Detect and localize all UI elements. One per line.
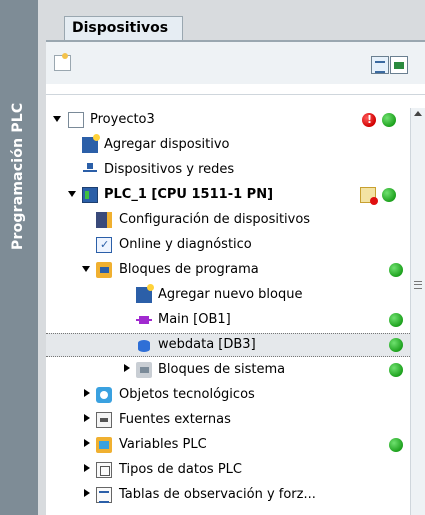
tree-item-variables-plc[interactable]: Variables PLC <box>46 433 410 457</box>
ok-status-icon <box>382 188 396 202</box>
tree-label: Tipos de datos PLC <box>119 462 242 477</box>
program-blocks-folder-icon <box>96 262 112 278</box>
tree-label: Fuentes externas <box>119 412 231 427</box>
vertical-scrollbar[interactable] <box>410 108 425 515</box>
diagnostics-icon <box>96 237 112 253</box>
tree-label: Bloques de sistema <box>158 362 286 377</box>
device-config-icon <box>96 212 112 228</box>
portal-sidebar[interactable]: Programación PLC <box>0 0 38 515</box>
tree-item-agregar-bloque[interactable]: Agregar nuevo bloque <box>46 283 410 307</box>
external-sources-icon <box>96 412 112 428</box>
scroll-grip-icon[interactable] <box>414 281 422 289</box>
tree-item-bloques-sistema[interactable]: Bloques de sistema <box>46 358 410 382</box>
expand-toggle[interactable] <box>84 414 90 422</box>
system-blocks-folder-icon <box>136 362 152 378</box>
tree-label: Configuración de dispositivos <box>119 212 311 227</box>
tech-objects-icon <box>96 387 112 403</box>
tree-label: Bloques de programa <box>119 262 259 277</box>
ok-status-icon <box>389 438 403 452</box>
new-item-icon[interactable] <box>54 53 71 71</box>
tab-dispositivos[interactable]: Dispositivos <box>64 16 183 40</box>
tree-item-main-ob1[interactable]: Main [OB1] <box>46 308 410 332</box>
expand-toggle[interactable] <box>82 266 90 272</box>
plc-icon <box>82 187 98 203</box>
tree-label: Variables PLC <box>119 437 207 452</box>
tree-label: Proyecto3 <box>90 112 155 127</box>
panel-gutter <box>38 0 46 515</box>
expand-toggle[interactable] <box>84 464 90 472</box>
ok-status-icon <box>382 113 396 127</box>
plc-data-types-icon <box>96 462 112 478</box>
tree-label: Dispositivos y redes <box>104 162 235 177</box>
add-device-icon <box>82 134 100 153</box>
tree-label: Agregar dispositivo <box>104 137 230 152</box>
tree-label: PLC_1 [CPU 1511-1 PN] <box>104 187 274 202</box>
warning-status-icon <box>360 187 378 205</box>
toolbar <box>46 42 425 84</box>
tree-item-fuentes-externas[interactable]: Fuentes externas <box>46 408 410 432</box>
network-icon <box>82 162 98 178</box>
expand-toggle[interactable] <box>68 191 76 197</box>
ok-status-icon <box>389 338 403 352</box>
toolbar-separator <box>46 94 425 95</box>
tree-item-online-diagnostico[interactable]: Online y diagnóstico <box>46 233 410 257</box>
expand-toggle[interactable] <box>84 439 90 447</box>
expand-toggle[interactable] <box>84 389 90 397</box>
tree-item-tablas-observacion[interactable]: Tablas de observación y forz... <box>46 483 410 507</box>
tree-label: Online y diagnóstico <box>119 237 252 252</box>
expand-toggle[interactable] <box>124 364 130 372</box>
tree-item-configuracion[interactable]: Configuración de dispositivos <box>46 208 410 232</box>
db-block-icon <box>136 338 152 354</box>
tree-item-dispositivos-y-redes[interactable]: Dispositivos y redes <box>46 158 410 182</box>
ok-status-icon <box>389 263 403 277</box>
tree-item-agregar-dispositivo[interactable]: Agregar dispositivo <box>46 133 410 157</box>
tree-item-webdata-db3[interactable]: webdata [DB3] <box>46 333 410 357</box>
tree-item-plc-1[interactable]: PLC_1 [CPU 1511-1 PN] <box>46 183 410 207</box>
tree-label: Agregar nuevo bloque <box>158 287 303 302</box>
error-status-icon <box>362 113 376 127</box>
ok-status-icon <box>389 313 403 327</box>
watch-tables-icon <box>96 487 112 503</box>
plc-tags-icon <box>96 437 112 453</box>
ok-status-icon <box>389 363 403 377</box>
tree-label: Main [OB1] <box>158 312 231 327</box>
project-tree: Proyecto3 Agregar dispositivo Dispositiv… <box>46 108 410 515</box>
scroll-up-icon[interactable] <box>414 111 422 116</box>
overview-view-icon[interactable] <box>371 56 389 74</box>
expand-toggle[interactable] <box>84 489 90 497</box>
tree-item-tipos-datos-plc[interactable]: Tipos de datos PLC <box>46 458 410 482</box>
project-icon <box>68 112 84 128</box>
add-block-icon <box>136 284 154 303</box>
tree-item-proyecto3[interactable]: Proyecto3 <box>46 108 410 132</box>
expand-toggle[interactable] <box>53 116 61 122</box>
sidebar-title[interactable]: Programación PLC <box>10 103 26 250</box>
tree-label: webdata [DB3] <box>158 337 256 352</box>
tree-item-objetos-tecnologicos[interactable]: Objetos tecnológicos <box>46 383 410 407</box>
export-icon[interactable] <box>390 56 408 74</box>
tree-label: Tablas de observación y forz... <box>119 487 316 502</box>
tree-item-bloques-programa[interactable]: Bloques de programa <box>46 258 410 282</box>
tree-label: Objetos tecnológicos <box>119 387 255 402</box>
ob-block-icon <box>136 312 152 328</box>
